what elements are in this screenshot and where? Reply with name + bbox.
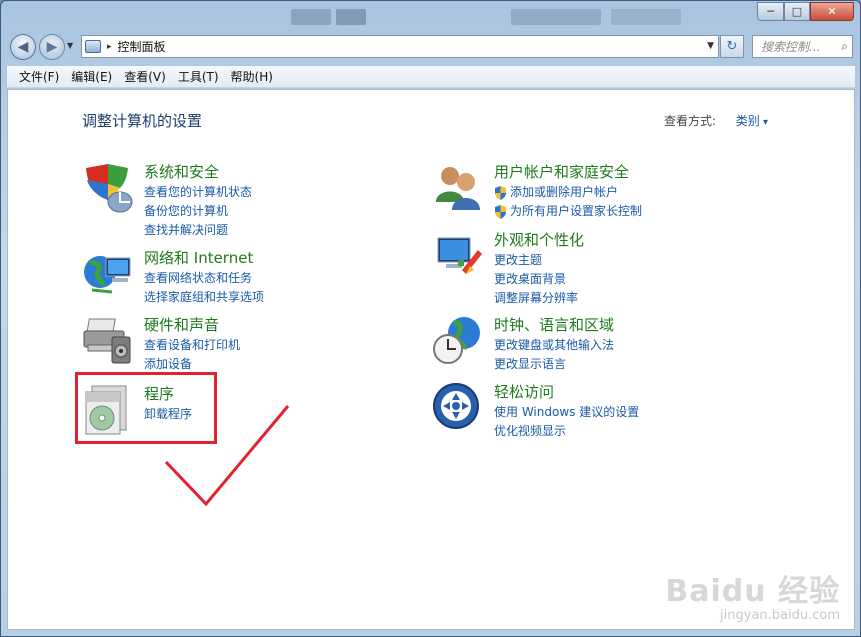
- link-devices-printers[interactable]: 查看设备和打印机: [144, 336, 240, 355]
- uac-shield-icon: [495, 185, 506, 200]
- maximize-button[interactable]: □: [784, 2, 810, 21]
- control-panel-icon: [85, 40, 101, 53]
- control-panel-window: ─ □ ✕ ◀ ▶ ▼ ▸ 控制面板 ▼ ↻ 搜索控制... ⌕ 文件(F) 编…: [0, 0, 861, 637]
- category-title-hardware-sound[interactable]: 硬件和声音: [144, 315, 240, 336]
- link-screen-resolution[interactable]: 调整屏幕分辨率: [494, 289, 584, 308]
- category-title-clock-language-region[interactable]: 时钟、语言和区域: [494, 315, 614, 336]
- category-text: 轻松访问 使用 Windows 建议的设置 优化视频显示: [494, 382, 639, 441]
- link-view-computer-status[interactable]: 查看您的计算机状态: [144, 183, 252, 202]
- search-placeholder: 搜索控制...: [761, 40, 821, 54]
- recent-pages-dropdown[interactable]: ▼: [67, 41, 73, 50]
- link-parental-controls[interactable]: 为所有用户设置家长控制: [494, 202, 642, 221]
- page-title: 调整计算机的设置: [82, 112, 203, 130]
- category-title-network-internet[interactable]: 网络和 Internet: [144, 248, 264, 269]
- baidu-watermark: Baidu 经验 jingyan.baidu.com: [665, 566, 840, 623]
- search-input[interactable]: 搜索控制... ⌕: [752, 35, 853, 58]
- link-text: 添加或删除用户帐户: [510, 185, 619, 199]
- red-checkmark-annotation: [164, 405, 290, 507]
- watermark-sub: jingyan.baidu.com: [720, 608, 840, 623]
- background-decor: [336, 9, 366, 25]
- link-change-background[interactable]: 更改桌面背景: [494, 270, 584, 289]
- category-title-ease-of-access[interactable]: 轻松访问: [494, 382, 639, 403]
- category-text: 用户帐户和家庭安全 添加或删除用户帐户 为所有用户设置家长控制: [494, 162, 642, 221]
- menu-bar: 文件(F) 编辑(E) 查看(V) 工具(T) 帮助(H): [7, 66, 855, 88]
- breadcrumb-control-panel[interactable]: 控制面板: [118, 38, 166, 55]
- link-change-display-language[interactable]: 更改显示语言: [494, 355, 614, 374]
- minimize-icon: ─: [767, 5, 774, 18]
- clock-globe-icon[interactable]: [432, 315, 484, 367]
- uac-shield-icon: [495, 204, 506, 219]
- category-text: 外观和个性化 更改主题 更改桌面背景 调整屏幕分辨率: [494, 230, 584, 308]
- close-button[interactable]: ✕: [810, 2, 854, 21]
- appearance-monitor-icon[interactable]: [432, 230, 484, 282]
- link-backup-computer[interactable]: 备份您的计算机: [144, 202, 252, 221]
- menu-help[interactable]: 帮助(H): [225, 68, 279, 85]
- refresh-button[interactable]: ↻: [720, 35, 744, 58]
- watermark-main: Baidu 经验: [665, 574, 840, 609]
- category-text: 网络和 Internet 查看网络状态和任务 选择家庭组和共享选项: [144, 248, 264, 307]
- search-icon[interactable]: ⌕: [841, 39, 848, 54]
- breadcrumb-separator-icon: ▸: [107, 41, 112, 52]
- back-arrow-icon: ◀: [17, 39, 29, 55]
- link-change-keyboard[interactable]: 更改键盘或其他输入法: [494, 336, 614, 355]
- menu-edit[interactable]: 编辑(E): [65, 68, 118, 85]
- refresh-icon: ↻: [726, 39, 738, 54]
- link-change-theme[interactable]: 更改主题: [494, 251, 584, 270]
- link-view-network-status[interactable]: 查看网络状态和任务: [144, 269, 264, 288]
- category-title-system-security[interactable]: 系统和安全: [144, 162, 252, 183]
- menu-file[interactable]: 文件(F): [13, 68, 65, 85]
- background-decor: [611, 9, 681, 25]
- address-bar[interactable]: ▸ 控制面板 ▼: [81, 35, 719, 58]
- users-icon[interactable]: [432, 162, 484, 214]
- menu-view[interactable]: 查看(V): [118, 68, 172, 85]
- printer-icon[interactable]: [82, 315, 134, 367]
- view-by-label: 查看方式:: [663, 114, 716, 128]
- link-optimize-video-display[interactable]: 优化视频显示: [494, 422, 639, 441]
- category-text: 硬件和声音 查看设备和打印机 添加设备: [144, 315, 240, 374]
- menu-tools[interactable]: 工具(T): [172, 68, 225, 85]
- address-dropdown-icon[interactable]: ▼: [707, 41, 714, 51]
- link-homegroup-sharing[interactable]: 选择家庭组和共享选项: [144, 288, 264, 307]
- maximize-icon: □: [791, 5, 803, 18]
- forward-button[interactable]: ▶: [39, 34, 65, 60]
- network-globe-icon[interactable]: [82, 248, 134, 300]
- chevron-down-icon: ▼: [67, 41, 74, 50]
- link-text: 为所有用户设置家长控制: [510, 204, 643, 218]
- category-text: 系统和安全 查看您的计算机状态 备份您的计算机 查找并解决问题: [144, 162, 252, 240]
- back-button[interactable]: ◀: [10, 34, 36, 60]
- view-by-dropdown[interactable]: 类别: [736, 112, 768, 129]
- category-title-user-accounts[interactable]: 用户帐户和家庭安全: [494, 162, 642, 183]
- window-controls: ─ □ ✕: [757, 2, 854, 21]
- navigation-bar: ◀ ▶ ▼ ▸ 控制面板 ▼ ↻ 搜索控制... ⌕: [1, 31, 860, 63]
- shield-icon[interactable]: [82, 162, 134, 214]
- category-title-appearance[interactable]: 外观和个性化: [494, 230, 584, 251]
- close-icon: ✕: [827, 5, 837, 18]
- minimize-button[interactable]: ─: [757, 2, 784, 21]
- background-decor: [511, 9, 601, 25]
- ease-of-access-icon[interactable]: [432, 382, 484, 434]
- link-add-remove-users[interactable]: 添加或删除用户帐户: [494, 183, 642, 202]
- background-decor: [291, 9, 331, 25]
- category-text: 时钟、语言和区域 更改键盘或其他输入法 更改显示语言: [494, 315, 614, 374]
- forward-arrow-icon: ▶: [46, 39, 58, 55]
- link-find-fix-problems[interactable]: 查找并解决问题: [144, 221, 252, 240]
- title-bar[interactable]: ─ □ ✕: [1, 1, 860, 31]
- main-content: 调整计算机的设置 查看方式: 类别 系统和安全 查看您的计算机状态 备份您的计算…: [7, 89, 855, 630]
- link-windows-recommended-settings[interactable]: 使用 Windows 建议的设置: [494, 403, 639, 422]
